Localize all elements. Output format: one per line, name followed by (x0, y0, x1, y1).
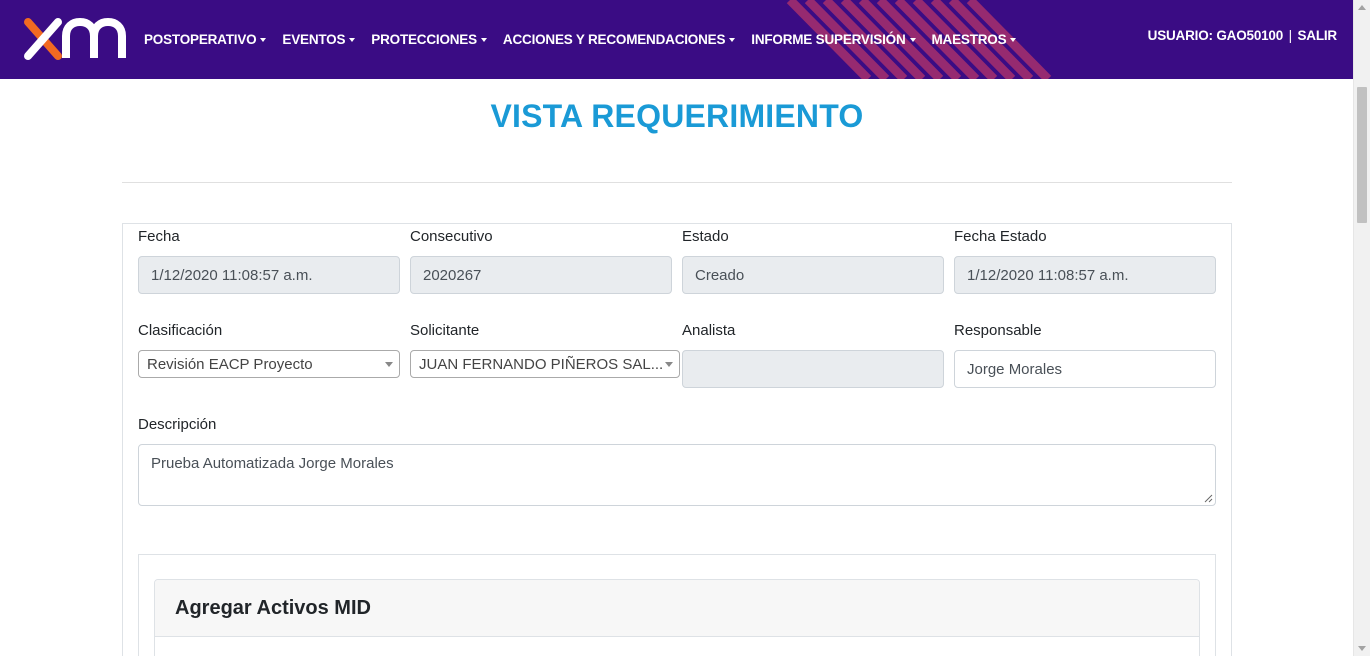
logout-link[interactable]: SALIR (1297, 28, 1337, 43)
solicitante-label: Solicitante (410, 322, 480, 339)
menu-label: ACCIONES Y RECOMENDACIONES (502, 32, 726, 47)
descripcion-label: Descripción (138, 416, 217, 433)
chevron-down-icon (729, 37, 736, 42)
descripcion-value: Prueba Automatizada Jorge Morales (151, 455, 394, 472)
agregar-activos-panel: Agregar Activos MID (154, 579, 1200, 656)
consecutivo-label: Consecutivo (410, 228, 493, 245)
title-divider (122, 182, 1232, 183)
user-area: USUARIO: GAO50100 | SALIR (1147, 28, 1338, 43)
analista-field (682, 350, 944, 388)
scrollbar-thumb[interactable] (1357, 87, 1367, 223)
responsable-label: Responsable (954, 322, 1042, 339)
clasificacion-selected-value: Revisión EACP Proyecto (147, 355, 313, 373)
xm-logo[interactable] (22, 16, 130, 62)
solicitante-select[interactable]: JUAN FERNANDO PIÑEROS SAL... (410, 350, 680, 378)
chevron-down-icon (1010, 37, 1017, 42)
user-label: USUARIO: GAO50100 (1147, 28, 1284, 43)
chevron-down-icon (260, 37, 267, 42)
menu-label: PROTECCIONES (371, 32, 477, 47)
menu-label: MAESTROS (931, 32, 1007, 47)
page-title: VISTA REQUERIMIENTO (490, 98, 864, 134)
estado-label: Estado (682, 228, 729, 245)
fecha-estado-label: Fecha Estado (954, 228, 1047, 245)
menu-eventos[interactable]: EVENTOS (282, 32, 356, 47)
panel-header: Agregar Activos MID (155, 580, 1199, 637)
menu-postoperativo[interactable]: POSTOPERATIVO (144, 32, 267, 47)
clasificacion-select[interactable]: Revisión EACP Proyecto (138, 350, 400, 378)
fecha-label: Fecha (138, 228, 180, 245)
scroll-down-arrow-icon[interactable] (1358, 646, 1366, 651)
chevron-down-icon (480, 37, 487, 42)
separator: | (1288, 28, 1293, 43)
vertical-scrollbar[interactable] (1353, 0, 1370, 656)
fecha-estado-field: 1/12/2020 11:08:57 a.m. (954, 256, 1216, 294)
responsable-input[interactable]: Jorge Morales (954, 350, 1216, 388)
clasificacion-label: Clasificación (138, 322, 223, 339)
consecutivo-field: 2020267 (410, 256, 672, 294)
descripcion-textarea[interactable]: Prueba Automatizada Jorge Morales (138, 444, 1216, 506)
menu-acciones-recomendaciones[interactable]: ACCIONES Y RECOMENDACIONES (502, 32, 736, 47)
menu-protecciones[interactable]: PROTECCIONES (371, 32, 487, 47)
top-navbar: POSTOPERATIVO EVENTOS PROTECCIONES ACCIO… (0, 0, 1353, 79)
menu-maestros[interactable]: MAESTROS (932, 32, 1017, 47)
main-menu: POSTOPERATIVO EVENTOS PROTECCIONES ACCIO… (144, 0, 1032, 79)
dropdown-arrow-icon (665, 362, 673, 367)
chevron-down-icon (349, 37, 356, 42)
analista-label: Analista (682, 322, 736, 339)
menu-label: POSTOPERATIVO (144, 32, 257, 47)
menu-label: INFORME SUPERVISIÓN (751, 32, 906, 47)
menu-label: EVENTOS (282, 32, 346, 47)
estado-field: Creado (682, 256, 944, 294)
resize-handle-icon[interactable] (1204, 494, 1213, 503)
fecha-field: 1/12/2020 11:08:57 a.m. (138, 256, 400, 294)
panel-title: Agregar Activos MID (175, 596, 371, 619)
chevron-down-icon (909, 37, 916, 42)
solicitante-selected-value: JUAN FERNANDO PIÑEROS SAL... (419, 355, 664, 373)
dropdown-arrow-icon (385, 362, 393, 367)
menu-informe-supervision[interactable]: INFORME SUPERVISIÓN (751, 32, 916, 47)
scroll-up-arrow-icon[interactable] (1358, 5, 1366, 10)
